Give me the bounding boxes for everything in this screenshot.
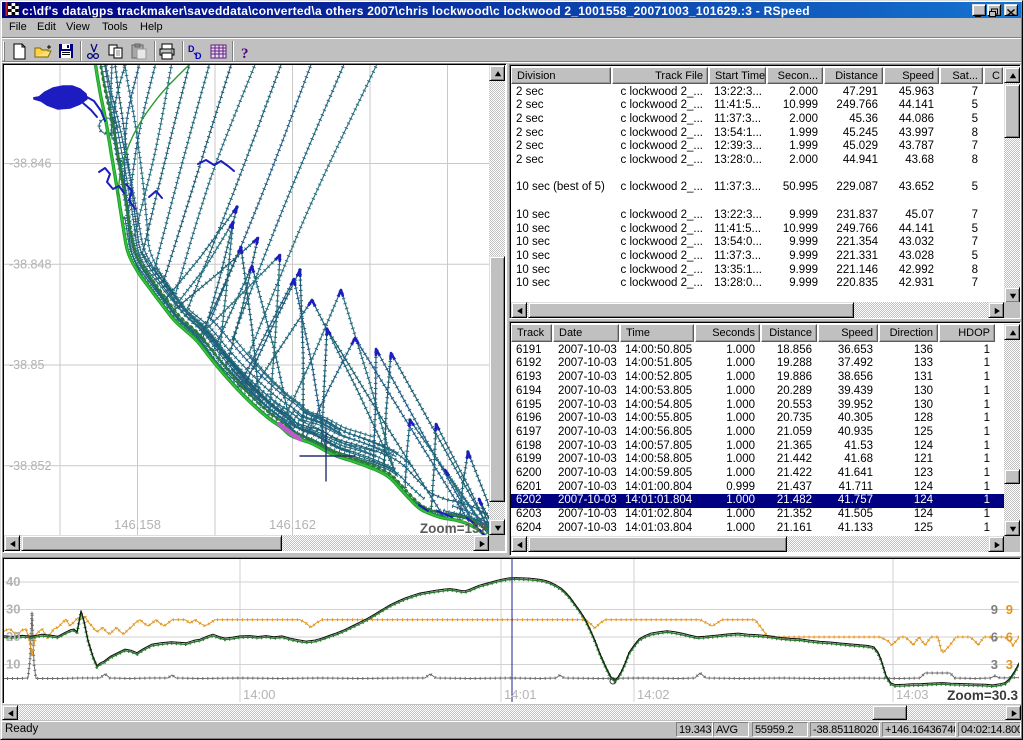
svg-text:?: ?	[241, 46, 249, 61]
svg-text:6: 6	[991, 630, 998, 645]
svg-text:10: 10	[6, 657, 20, 672]
svg-text:146.158: 146.158	[114, 517, 161, 532]
svg-text:Zoom=30.3: Zoom=30.3	[947, 688, 1018, 702]
svg-text:D: D	[188, 44, 195, 54]
svg-text:9: 9	[1006, 602, 1013, 617]
svg-text:14:02: 14:02	[637, 687, 670, 702]
svg-text:-38.848: -38.848	[9, 257, 51, 271]
svg-text:14:03: 14:03	[896, 687, 929, 702]
svg-text:-38.846: -38.846	[9, 157, 51, 171]
svg-text:146.162: 146.162	[269, 517, 316, 532]
svg-text:3: 3	[991, 657, 998, 672]
svg-text:-38.852: -38.852	[9, 459, 51, 473]
svg-text:14:01: 14:01	[504, 687, 537, 702]
svg-text:20: 20	[6, 629, 20, 644]
svg-text:9: 9	[991, 602, 998, 617]
svg-text:-38.85: -38.85	[9, 358, 44, 372]
svg-text:30: 30	[6, 602, 20, 617]
svg-text:14:00: 14:00	[243, 687, 276, 702]
svg-text:6: 6	[1006, 630, 1013, 645]
svg-text:40: 40	[6, 574, 20, 589]
svg-text:D: D	[195, 51, 202, 61]
svg-text:Zoom=157: Zoom=157	[420, 521, 487, 535]
svg-text:3: 3	[1006, 657, 1013, 672]
